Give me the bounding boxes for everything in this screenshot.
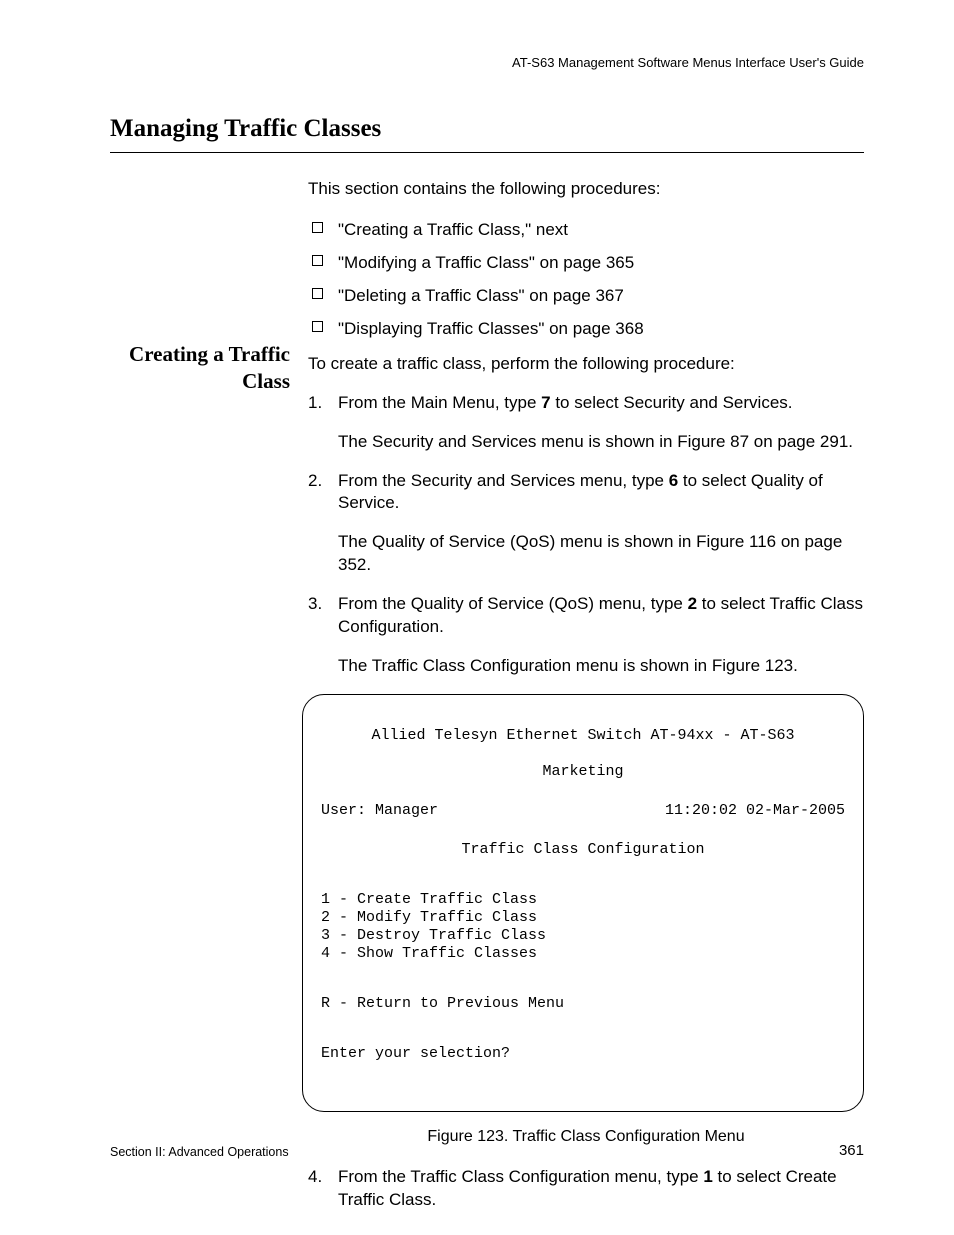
page-number: 361	[839, 1141, 864, 1161]
terminal-opt: 2 - Modify Traffic Class	[321, 909, 845, 927]
page: AT-S63 Management Software Menus Interfa…	[0, 0, 954, 1235]
terminal-options: 1 - Create Traffic Class2 - Modify Traff…	[321, 891, 845, 963]
step-item: 1. From the Main Menu, type 7 to select …	[308, 392, 864, 454]
step-result: The Traffic Class Configuration menu is …	[338, 655, 864, 678]
list-item: "Displaying Traffic Classes" on page 368	[308, 318, 864, 341]
step-item: 4. From the Traffic Class Configuration …	[308, 1166, 864, 1212]
step-number: 3.	[308, 593, 322, 616]
steps-list-cont: 4. From the Traffic Class Configuration …	[308, 1166, 864, 1212]
terminal-title-1: Allied Telesyn Ethernet Switch AT-94xx -…	[321, 727, 845, 745]
step-text: From the Main Menu, type 7 to select Sec…	[338, 393, 793, 412]
terminal-opt: 1 - Create Traffic Class	[321, 891, 845, 909]
step-pre: From the Traffic Class Configuration men…	[338, 1167, 703, 1186]
step-text: From the Security and Services menu, typ…	[338, 471, 823, 513]
procedure-intro: To create a traffic class, perform the f…	[308, 353, 864, 376]
procedure-block: To create a traffic class, perform the f…	[308, 353, 864, 1212]
terminal-opt: R - Return to Previous Menu	[321, 995, 845, 1013]
running-header: AT-S63 Management Software Menus Interfa…	[512, 54, 864, 72]
terminal-opt: 4 - Show Traffic Classes	[321, 945, 845, 963]
figure-caption: Figure 123. Traffic Class Configuration …	[308, 1126, 864, 1148]
terminal-box: Allied Telesyn Ethernet Switch AT-94xx -…	[302, 694, 864, 1112]
step-number: 1.	[308, 392, 322, 415]
list-item: "Deleting a Traffic Class" on page 367	[308, 285, 864, 308]
terminal-prompt: Enter your selection?	[321, 1045, 845, 1063]
list-item: "Creating a Traffic Class," next	[308, 219, 864, 242]
step-post: to select Security and Services.	[551, 393, 793, 412]
step-key: 1	[703, 1167, 712, 1186]
step-key: 6	[669, 471, 678, 490]
footer-section: Section II: Advanced Operations	[110, 1144, 289, 1161]
step-result: The Security and Services menu is shown …	[338, 431, 864, 454]
bullet-text: "Creating a Traffic Class," next	[338, 220, 568, 239]
terminal-title-2: Marketing	[321, 763, 845, 781]
step-item: 3. From the Quality of Service (QoS) men…	[308, 593, 864, 678]
terminal-opt: 3 - Destroy Traffic Class	[321, 927, 845, 945]
step-pre: From the Quality of Service (QoS) menu, …	[338, 594, 688, 613]
bullet-box-icon	[312, 222, 323, 233]
side-heading: Creating a Traffic Class	[110, 341, 290, 396]
bullet-box-icon	[312, 321, 323, 332]
step-number: 2.	[308, 470, 322, 493]
bullet-text: "Deleting a Traffic Class" on page 367	[338, 286, 624, 305]
body-column: This section contains the following proc…	[308, 178, 864, 1228]
step-text: From the Quality of Service (QoS) menu, …	[338, 594, 863, 636]
step-key: 2	[688, 594, 697, 613]
bullet-box-icon	[312, 255, 323, 266]
step-pre: From the Main Menu, type	[338, 393, 541, 412]
step-text: From the Traffic Class Configuration men…	[338, 1167, 837, 1209]
bullet-text: "Displaying Traffic Classes" on page 368	[338, 319, 644, 338]
terminal-user-row: User: Manager 11:20:02 02-Mar-2005	[321, 802, 845, 820]
bullet-box-icon	[312, 288, 323, 299]
bullet-list: "Creating a Traffic Class," next "Modify…	[308, 219, 864, 341]
terminal-time: 11:20:02 02-Mar-2005	[665, 802, 845, 820]
step-result: The Quality of Service (QoS) menu is sho…	[338, 531, 864, 577]
intro-text: This section contains the following proc…	[308, 178, 864, 201]
terminal-user: User: Manager	[321, 802, 438, 820]
step-pre: From the Security and Services menu, typ…	[338, 471, 669, 490]
section-title: Managing Traffic Classes	[110, 112, 864, 153]
step-item: 2. From the Security and Services menu, …	[308, 470, 864, 578]
terminal-menu-title: Traffic Class Configuration	[321, 841, 845, 859]
bullet-text: "Modifying a Traffic Class" on page 365	[338, 253, 634, 272]
step-number: 4.	[308, 1166, 322, 1189]
terminal-figure: Allied Telesyn Ethernet Switch AT-94xx -…	[302, 694, 864, 1112]
step-key: 7	[541, 393, 550, 412]
list-item: "Modifying a Traffic Class" on page 365	[308, 252, 864, 275]
steps-list: 1. From the Main Menu, type 7 to select …	[308, 392, 864, 678]
